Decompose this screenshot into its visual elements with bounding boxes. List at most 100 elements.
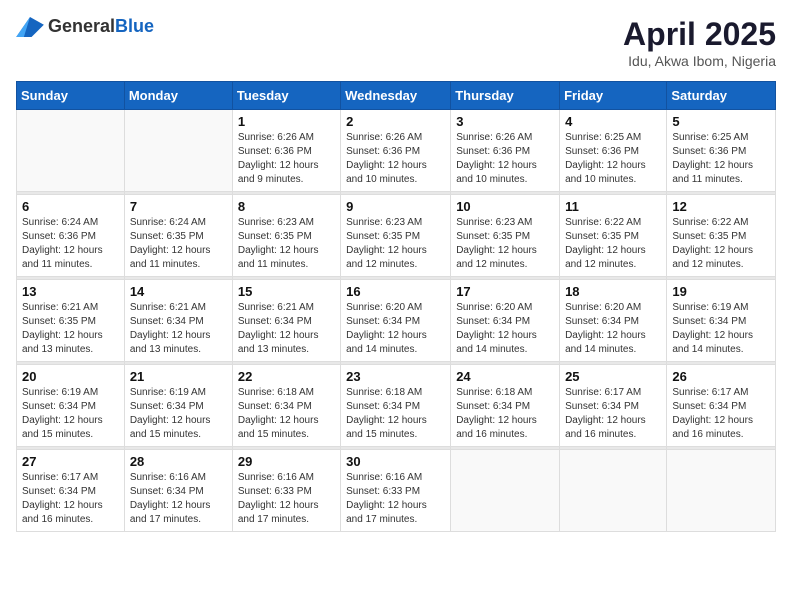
calendar-cell: 7 Sunrise: 6:24 AM Sunset: 6:35 PM Daylig… [124, 195, 232, 277]
day-info: Sunrise: 6:25 AM Sunset: 6:36 PM Dayligh… [565, 131, 661, 187]
calendar-cell: 23 Sunrise: 6:18 AM Sunset: 6:34 PM Dayli… [341, 365, 451, 447]
day-info: Sunrise: 6:19 AM Sunset: 6:34 PM Dayligh… [672, 301, 770, 357]
day-number: 26 [672, 369, 770, 384]
logo-blue: Blue [115, 16, 154, 36]
day-number: 10 [456, 199, 554, 214]
day-info: Sunrise: 6:20 AM Sunset: 6:34 PM Dayligh… [565, 301, 661, 357]
day-number: 6 [22, 199, 119, 214]
day-info: Sunrise: 6:17 AM Sunset: 6:34 PM Dayligh… [565, 386, 661, 442]
day-info: Sunrise: 6:16 AM Sunset: 6:33 PM Dayligh… [238, 471, 335, 527]
calendar-cell: 5 Sunrise: 6:25 AM Sunset: 6:36 PM Daylig… [667, 110, 776, 192]
calendar-cell [451, 450, 560, 532]
day-number: 15 [238, 284, 335, 299]
calendar-cell: 21Sunrise: 6:19 AM Sunset: 6:34 PM Dayli… [124, 365, 232, 447]
calendar-cell: 13Sunrise: 6:21 AM Sunset: 6:35 PM Dayli… [17, 280, 125, 362]
header: GeneralBlue April 2025 Idu, Akwa Ibom, N… [16, 16, 776, 69]
day-number: 4 [565, 114, 661, 129]
calendar-cell: 10 Sunrise: 6:23 AM Sunset: 6:35 PM Dayli… [451, 195, 560, 277]
day-info: Sunrise: 6:20 AM Sunset: 6:34 PM Dayligh… [346, 301, 445, 357]
calendar-cell: 16 Sunrise: 6:20 AM Sunset: 6:34 PM Dayli… [341, 280, 451, 362]
calendar-cell: 20 Sunrise: 6:19 AM Sunset: 6:34 PM Dayli… [17, 365, 125, 447]
day-number: 21 [130, 369, 227, 384]
day-info: Sunrise: 6:24 AM Sunset: 6:35 PM Dayligh… [130, 216, 227, 272]
day-number: 13 [22, 284, 119, 299]
week-row-2: 6 Sunrise: 6:24 AM Sunset: 6:36 PM Daylig… [17, 195, 776, 277]
weekday-header-sunday: Sunday [17, 82, 125, 110]
day-info: Sunrise: 6:24 AM Sunset: 6:36 PM Dayligh… [22, 216, 119, 272]
day-number: 12 [672, 199, 770, 214]
day-number: 8 [238, 199, 335, 214]
day-info: Sunrise: 6:18 AM Sunset: 6:34 PM Dayligh… [238, 386, 335, 442]
calendar-cell: 11Sunrise: 6:22 AM Sunset: 6:35 PM Dayli… [560, 195, 667, 277]
calendar-cell: 26 Sunrise: 6:17 AM Sunset: 6:34 PM Dayli… [667, 365, 776, 447]
day-info: Sunrise: 6:21 AM Sunset: 6:34 PM Dayligh… [238, 301, 335, 357]
weekday-header-thursday: Thursday [451, 82, 560, 110]
week-row-4: 20 Sunrise: 6:19 AM Sunset: 6:34 PM Dayli… [17, 365, 776, 447]
calendar-cell: 8 Sunrise: 6:23 AM Sunset: 6:35 PM Daylig… [232, 195, 340, 277]
day-info: Sunrise: 6:22 AM Sunset: 6:35 PM Dayligh… [565, 216, 661, 272]
day-info: Sunrise: 6:20 AM Sunset: 6:34 PM Dayligh… [456, 301, 554, 357]
day-info: Sunrise: 6:22 AM Sunset: 6:35 PM Dayligh… [672, 216, 770, 272]
day-info: Sunrise: 6:25 AM Sunset: 6:36 PM Dayligh… [672, 131, 770, 187]
logo-general: General [48, 16, 115, 36]
week-row-5: 27Sunrise: 6:17 AM Sunset: 6:34 PM Dayli… [17, 450, 776, 532]
day-number: 28 [130, 454, 227, 469]
day-number: 5 [672, 114, 770, 129]
day-info: Sunrise: 6:26 AM Sunset: 6:36 PM Dayligh… [456, 131, 554, 187]
title-area: April 2025 Idu, Akwa Ibom, Nigeria [623, 16, 776, 69]
day-number: 18 [565, 284, 661, 299]
day-number: 19 [672, 284, 770, 299]
week-row-3: 13Sunrise: 6:21 AM Sunset: 6:35 PM Dayli… [17, 280, 776, 362]
weekday-header-monday: Monday [124, 82, 232, 110]
day-number: 24 [456, 369, 554, 384]
weekday-header-saturday: Saturday [667, 82, 776, 110]
calendar-cell: 15 Sunrise: 6:21 AM Sunset: 6:34 PM Dayli… [232, 280, 340, 362]
calendar-cell: 22Sunrise: 6:18 AM Sunset: 6:34 PM Dayli… [232, 365, 340, 447]
day-info: Sunrise: 6:21 AM Sunset: 6:34 PM Dayligh… [130, 301, 227, 357]
calendar-cell [17, 110, 125, 192]
calendar-table: SundayMondayTuesdayWednesdayThursdayFrid… [16, 81, 776, 532]
calendar-cell: 24 Sunrise: 6:18 AM Sunset: 6:34 PM Dayli… [451, 365, 560, 447]
day-info: Sunrise: 6:18 AM Sunset: 6:34 PM Dayligh… [456, 386, 554, 442]
day-info: Sunrise: 6:23 AM Sunset: 6:35 PM Dayligh… [346, 216, 445, 272]
day-number: 29 [238, 454, 335, 469]
day-number: 20 [22, 369, 119, 384]
day-info: Sunrise: 6:26 AM Sunset: 6:36 PM Dayligh… [238, 131, 335, 187]
weekday-header-wednesday: Wednesday [341, 82, 451, 110]
weekday-header-row: SundayMondayTuesdayWednesdayThursdayFrid… [17, 82, 776, 110]
weekday-header-friday: Friday [560, 82, 667, 110]
day-number: 17 [456, 284, 554, 299]
weekday-header-tuesday: Tuesday [232, 82, 340, 110]
day-number: 2 [346, 114, 445, 129]
day-info: Sunrise: 6:16 AM Sunset: 6:33 PM Dayligh… [346, 471, 445, 527]
calendar-cell: 29 Sunrise: 6:16 AM Sunset: 6:33 PM Dayli… [232, 450, 340, 532]
calendar-cell: 19 Sunrise: 6:19 AM Sunset: 6:34 PM Dayli… [667, 280, 776, 362]
calendar-cell: 3 Sunrise: 6:26 AM Sunset: 6:36 PM Daylig… [451, 110, 560, 192]
day-info: Sunrise: 6:17 AM Sunset: 6:34 PM Dayligh… [22, 471, 119, 527]
calendar-cell: 28Sunrise: 6:16 AM Sunset: 6:34 PM Dayli… [124, 450, 232, 532]
calendar-cell: 27Sunrise: 6:17 AM Sunset: 6:34 PM Dayli… [17, 450, 125, 532]
day-number: 3 [456, 114, 554, 129]
calendar-cell: 25 Sunrise: 6:17 AM Sunset: 6:34 PM Dayli… [560, 365, 667, 447]
day-info: Sunrise: 6:18 AM Sunset: 6:34 PM Dayligh… [346, 386, 445, 442]
day-number: 23 [346, 369, 445, 384]
calendar-cell: 6 Sunrise: 6:24 AM Sunset: 6:36 PM Daylig… [17, 195, 125, 277]
day-number: 16 [346, 284, 445, 299]
day-info: Sunrise: 6:23 AM Sunset: 6:35 PM Dayligh… [238, 216, 335, 272]
calendar-cell: 17 Sunrise: 6:20 AM Sunset: 6:34 PM Dayli… [451, 280, 560, 362]
calendar-cell [124, 110, 232, 192]
calendar-cell: 18 Sunrise: 6:20 AM Sunset: 6:34 PM Dayli… [560, 280, 667, 362]
day-info: Sunrise: 6:23 AM Sunset: 6:35 PM Dayligh… [456, 216, 554, 272]
week-row-1: 1 Sunrise: 6:26 AM Sunset: 6:36 PM Daylig… [17, 110, 776, 192]
month-year: April 2025 [623, 16, 776, 53]
calendar-cell: 4 Sunrise: 6:25 AM Sunset: 6:36 PM Daylig… [560, 110, 667, 192]
day-number: 7 [130, 199, 227, 214]
day-number: 25 [565, 369, 661, 384]
day-info: Sunrise: 6:19 AM Sunset: 6:34 PM Dayligh… [22, 386, 119, 442]
day-info: Sunrise: 6:17 AM Sunset: 6:34 PM Dayligh… [672, 386, 770, 442]
calendar-cell [667, 450, 776, 532]
day-number: 30 [346, 454, 445, 469]
day-number: 1 [238, 114, 335, 129]
day-number: 9 [346, 199, 445, 214]
logo: GeneralBlue [16, 16, 154, 37]
